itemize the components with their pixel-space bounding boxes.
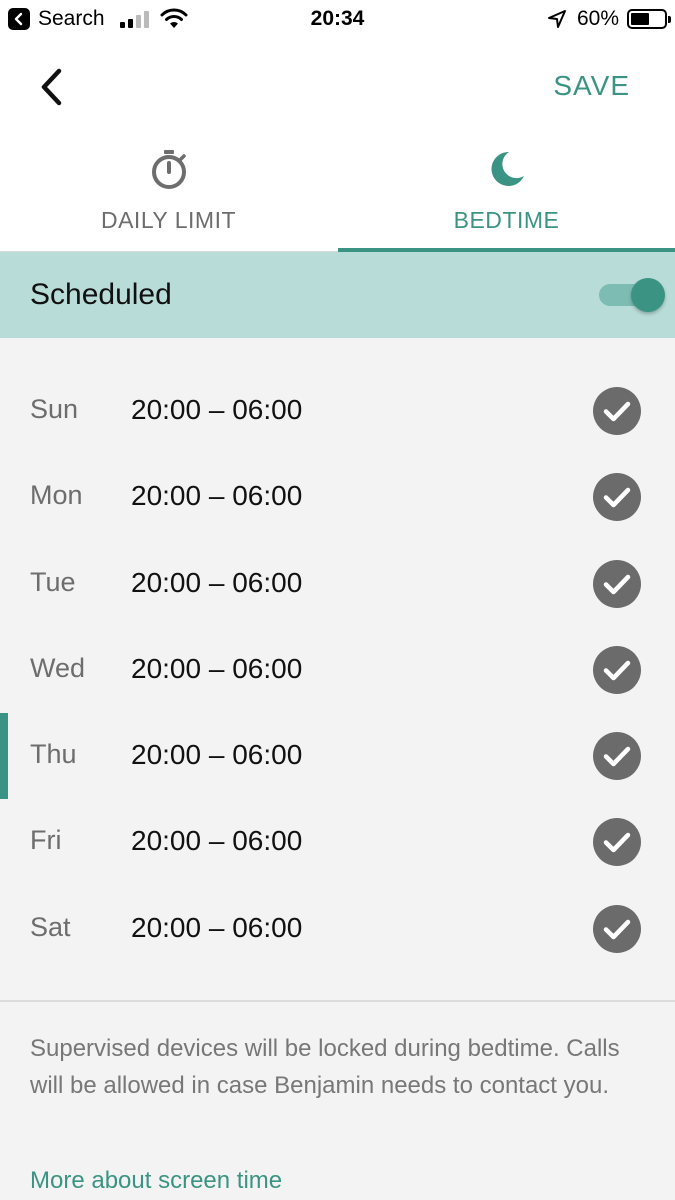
check-circle-icon[interactable] xyxy=(593,387,641,435)
tab-bedtime[interactable]: BEDTIME xyxy=(338,135,675,253)
time-range: 20:00 – 06:00 xyxy=(131,825,303,857)
tab-daily-limit-label: DAILY LIMIT xyxy=(100,207,237,233)
battery-icon xyxy=(627,9,671,29)
day-row-fri[interactable]: Fri 20:00 – 06:00 xyxy=(0,799,675,885)
chevron-left-icon xyxy=(41,68,62,106)
time-range: 20:00 – 06:00 xyxy=(131,739,303,771)
tab-bar: DAILY LIMIT BEDTIME xyxy=(0,135,675,253)
app-header: SAVE xyxy=(0,40,675,135)
day-row-tue[interactable]: Tue 20:00 – 06:00 xyxy=(0,541,675,627)
tab-daily-limit[interactable]: DAILY LIMIT xyxy=(0,135,337,252)
day-label: Sat xyxy=(30,911,71,942)
location-arrow-icon xyxy=(547,10,566,28)
check-circle-icon[interactable] xyxy=(593,904,641,953)
day-label: Wed xyxy=(30,652,86,683)
status-bar: Search 20:34 60% xyxy=(0,0,675,40)
day-row-mon[interactable]: Mon 20:00 – 06:00 xyxy=(0,454,675,540)
time-range: 20:00 – 06:00 xyxy=(131,911,303,943)
current-day-marker xyxy=(0,713,8,800)
day-label: Sun xyxy=(30,394,79,424)
back-button[interactable] xyxy=(32,65,72,109)
save-button[interactable]: SAVE xyxy=(553,70,630,102)
stopwatch-icon xyxy=(151,150,186,189)
day-row-wed[interactable]: Wed 20:00 – 06:00 xyxy=(0,627,675,713)
moon-icon xyxy=(491,151,524,186)
time-range: 20:00 – 06:00 xyxy=(131,566,303,598)
time-range: 20:00 – 06:00 xyxy=(131,652,303,684)
check-circle-icon[interactable] xyxy=(593,559,641,608)
day-row-sun[interactable]: Sun 20:00 – 06:00 xyxy=(0,368,675,454)
divider xyxy=(0,1000,675,1002)
scheduled-label: Scheduled xyxy=(30,278,172,311)
day-label: Mon xyxy=(30,480,83,511)
more-about-screen-time-link[interactable]: More about screen time xyxy=(30,1167,282,1195)
check-circle-icon[interactable] xyxy=(593,473,641,522)
time-range: 20:00 – 06:00 xyxy=(131,480,303,512)
day-label: Tue xyxy=(30,566,76,597)
check-circle-icon[interactable] xyxy=(593,732,641,781)
time-range: 20:00 – 06:00 xyxy=(131,394,303,425)
tab-bedtime-label: BEDTIME xyxy=(453,207,560,233)
battery-percent: 60% xyxy=(576,7,619,30)
check-circle-icon[interactable] xyxy=(593,645,641,694)
check-circle-icon[interactable] xyxy=(593,818,641,867)
day-list: Sun 20:00 – 06:00 Mon 20:00 – 06:00 Tue … xyxy=(0,368,675,972)
day-label: Fri xyxy=(30,825,62,856)
day-row-thu[interactable]: Thu 20:00 – 06:00 xyxy=(0,713,675,800)
scheduled-row: Scheduled xyxy=(0,252,675,338)
bedtime-note: Supervised devices will be locked during… xyxy=(30,1035,620,1099)
day-label: Thu xyxy=(30,739,77,770)
scheduled-toggle[interactable] xyxy=(599,274,665,316)
day-row-sat[interactable]: Sat 20:00 – 06:00 xyxy=(0,886,675,972)
